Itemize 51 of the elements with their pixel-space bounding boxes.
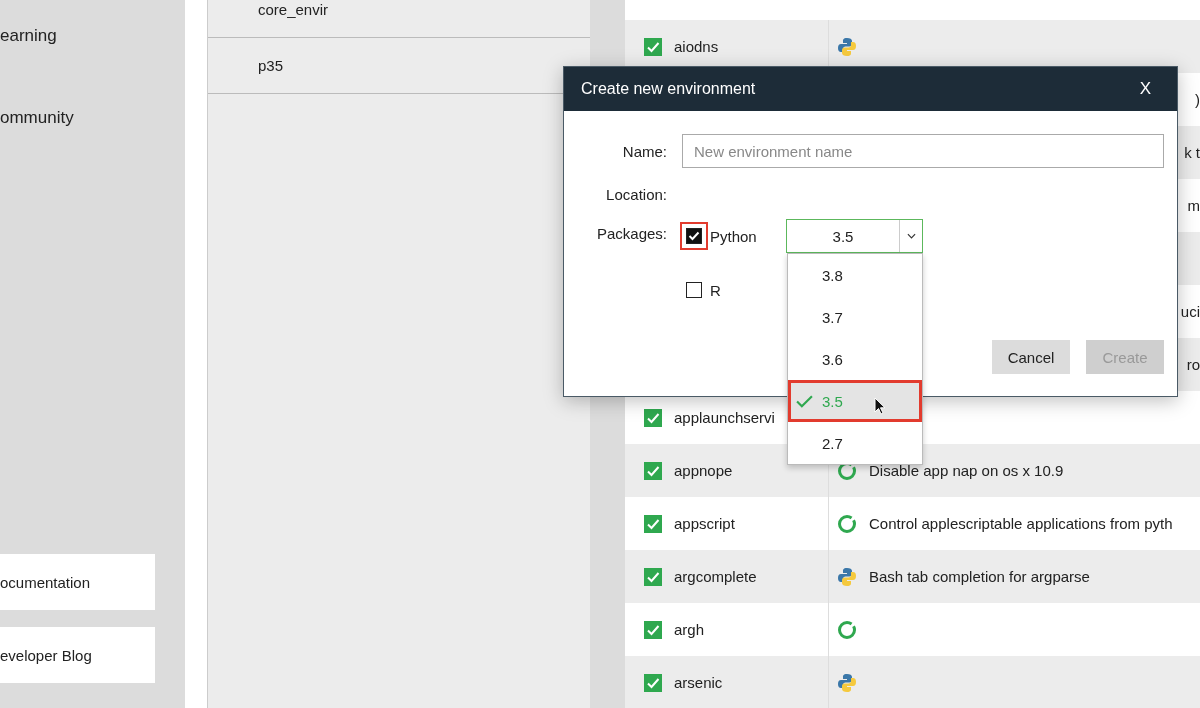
checkbox[interactable]	[680, 222, 708, 250]
checkbox-label: Python	[710, 227, 758, 245]
package-description: Bash tab completion for argparse	[869, 568, 1090, 585]
ring-icon	[837, 513, 857, 534]
package-name: argcomplete	[674, 568, 757, 585]
dialog-button[interactable]: Cancel	[992, 340, 1070, 374]
checkbox[interactable]	[644, 567, 662, 586]
caret-icon	[906, 233, 916, 239]
python-logo-icon	[837, 36, 857, 57]
package-name: appnope	[674, 462, 733, 479]
checkbox[interactable]	[644, 461, 662, 480]
version-dropdown[interactable]: 3.5	[786, 219, 923, 253]
field-label: Packages:	[595, 224, 667, 242]
package-description: Control applescriptable applications from pyth	[869, 515, 1173, 532]
checkbox-label: R	[710, 281, 722, 299]
package-description: Disable app nap on os x 10.9	[869, 462, 1064, 479]
package-description: k t	[1184, 144, 1200, 161]
package-name: applaunchservi	[674, 409, 775, 426]
checkbox[interactable]	[644, 514, 662, 533]
sidebar-item[interactable]: earning	[0, 24, 185, 48]
sidebar-link-button[interactable]: ocumentation	[0, 554, 155, 610]
check-icon	[796, 394, 813, 408]
python-logo-icon	[837, 566, 857, 587]
package-name: aiodns	[674, 38, 719, 55]
ring-icon	[837, 619, 857, 640]
dropdown-option[interactable]: 2.7	[788, 422, 922, 464]
field-label: Name:	[621, 142, 667, 160]
package-description: uci	[1180, 303, 1200, 320]
sidebar-item[interactable]: ommunity	[0, 106, 185, 130]
checkbox[interactable]	[644, 408, 662, 427]
package-description: ro	[1186, 356, 1200, 373]
dialog-title: Create new environment	[581, 80, 756, 98]
environment-item[interactable]: p35	[258, 57, 284, 74]
name-input-field[interactable]: New environment name	[682, 134, 1164, 168]
environment-item[interactable]: core_envir	[258, 1, 329, 18]
package-name: argh	[674, 621, 705, 638]
checkbox[interactable]	[644, 620, 662, 639]
package-name: appscript	[674, 515, 735, 532]
dropdown-option[interactable]: 3.8	[788, 254, 922, 296]
field-label: Location:	[605, 185, 667, 203]
cursor-icon	[874, 397, 886, 415]
checkbox[interactable]	[644, 673, 662, 692]
package-description: m	[1187, 197, 1200, 214]
dropdown-option[interactable]: 3.6	[788, 338, 922, 380]
package-name: arsenic	[674, 674, 723, 691]
dropdown-option[interactable]: 3.7	[788, 296, 922, 338]
checkbox[interactable]	[644, 37, 662, 56]
package-description: )	[1195, 91, 1200, 108]
sidebar-link-button[interactable]: eveloper Blog	[0, 627, 155, 683]
python-logo-icon	[837, 672, 857, 693]
close-button[interactable]: X	[1135, 79, 1155, 99]
